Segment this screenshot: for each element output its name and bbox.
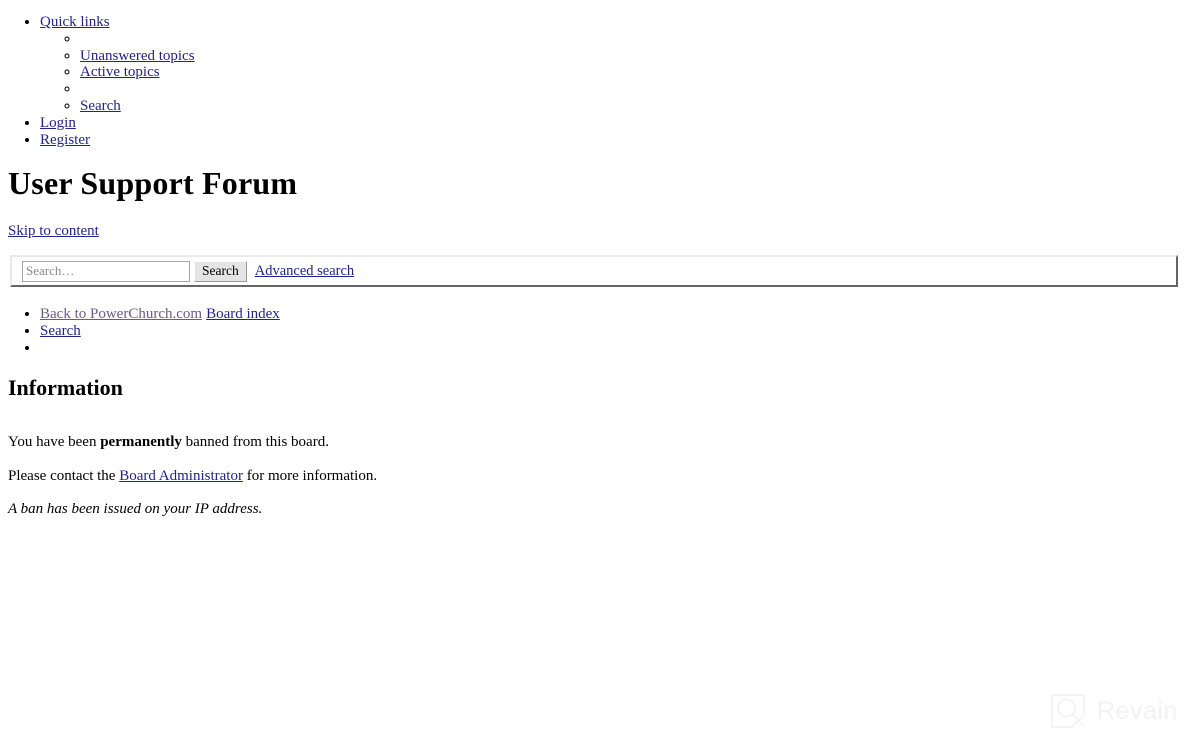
ban-message-suffix: banned from this board. bbox=[181, 434, 329, 450]
quick-links-link[interactable]: Quick links bbox=[40, 14, 110, 30]
contact-message: Please contact the Board Administrator f… bbox=[8, 468, 377, 485]
breadcrumb-item-search[interactable]: Search bbox=[40, 323, 1190, 340]
quick-links-list: Quick links Unanswered topics Active top… bbox=[0, 14, 1190, 148]
breadcrumb-list: Back to PowerChurch.comBoard index Searc… bbox=[0, 306, 1190, 357]
login-link[interactable]: Login bbox=[40, 115, 76, 131]
quick-links-sublist: Unanswered topics Active topics Search bbox=[40, 31, 1190, 115]
board-index-link[interactable]: Board index bbox=[206, 306, 280, 322]
unanswered-topics-link[interactable]: Unanswered topics bbox=[80, 48, 195, 64]
breadcrumb: Back to PowerChurch.comBoard index Searc… bbox=[0, 306, 1190, 357]
search-bar: Search Advanced search bbox=[10, 255, 1178, 287]
search-nav-link[interactable]: Search bbox=[80, 98, 121, 114]
board-administrator-link[interactable]: Board Administrator bbox=[119, 468, 243, 484]
revain-magnifier-logo-icon bbox=[1050, 693, 1086, 729]
sublist-item-unanswered-topics[interactable]: Unanswered topics bbox=[80, 48, 1190, 65]
sublist-item-empty-1 bbox=[80, 31, 1190, 48]
breadcrumb-search-link[interactable]: Search bbox=[40, 323, 81, 339]
sublist-item-search[interactable]: Search bbox=[80, 98, 1190, 115]
ban-message-prefix: You have been bbox=[8, 434, 101, 450]
information-heading: Information bbox=[8, 375, 123, 400]
nav-item-quick-links[interactable]: Quick links Unanswered topics Active top… bbox=[40, 14, 1190, 115]
advanced-search-link[interactable]: Advanced search bbox=[255, 263, 354, 280]
ban-message-emphasis: permanently bbox=[100, 434, 182, 450]
top-navigation: Quick links Unanswered topics Active top… bbox=[0, 14, 1190, 148]
ip-ban-notice: A ban has been issued on your IP address… bbox=[8, 501, 263, 517]
revain-watermark-label: Revain bbox=[1097, 697, 1178, 725]
skip-to-content-link[interactable]: Skip to content bbox=[8, 223, 99, 240]
revain-watermark: Revain bbox=[1050, 693, 1178, 729]
active-topics-link[interactable]: Active topics bbox=[80, 64, 160, 80]
back-to-powerchurch-link[interactable]: Back to PowerChurch.com bbox=[40, 306, 202, 322]
search-button[interactable]: Search bbox=[194, 260, 247, 282]
search-input[interactable] bbox=[22, 260, 190, 282]
sublist-item-active-topics[interactable]: Active topics bbox=[80, 64, 1190, 81]
page-title: User Support Forum bbox=[8, 165, 298, 201]
register-link[interactable]: Register bbox=[40, 132, 90, 148]
sublist-item-empty-2 bbox=[80, 81, 1190, 98]
nav-item-login[interactable]: Login bbox=[40, 115, 1190, 132]
breadcrumb-item-empty bbox=[40, 340, 1190, 357]
nav-item-register[interactable]: Register bbox=[40, 132, 1190, 149]
breadcrumb-item-root[interactable]: Back to PowerChurch.comBoard index bbox=[40, 306, 1190, 323]
contact-message-prefix: Please contact the bbox=[8, 468, 120, 484]
ban-message: You have been permanently banned from th… bbox=[8, 434, 329, 451]
contact-message-suffix: for more information. bbox=[242, 468, 378, 484]
